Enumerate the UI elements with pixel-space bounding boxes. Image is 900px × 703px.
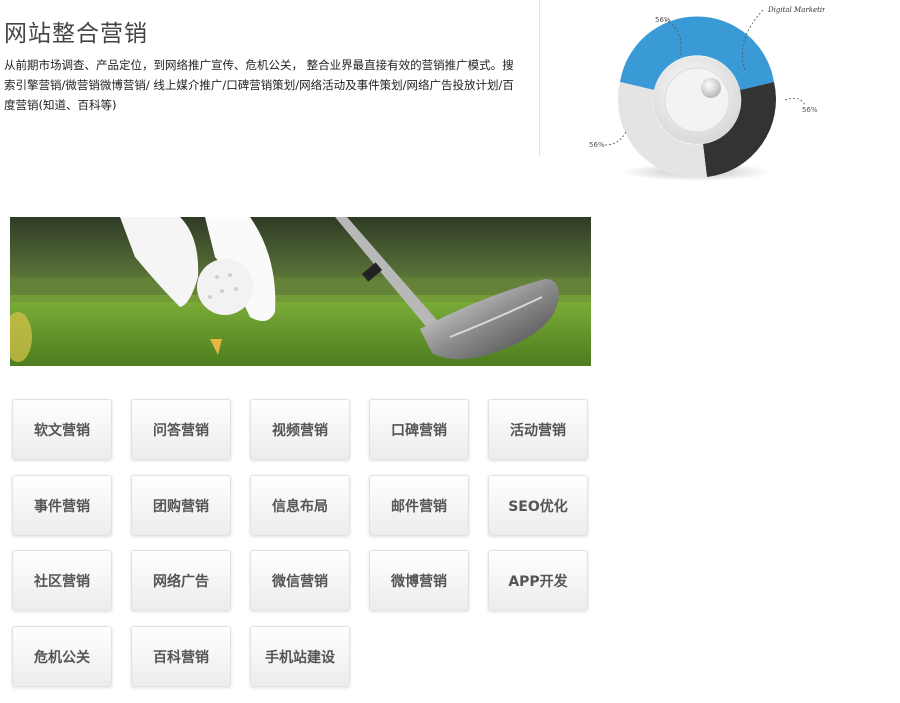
service-button-encyclopedia[interactable]: 百科营销: [131, 626, 231, 687]
service-button-weibo[interactable]: 微博营销: [369, 550, 469, 611]
service-button-video[interactable]: 视频营销: [250, 399, 350, 460]
diagram-label-a: 56%: [655, 16, 671, 24]
service-button-mobile-site[interactable]: 手机站建设: [250, 626, 350, 687]
marketing-donut-diagram: Digital Marketing 56% 56% 56%: [585, 0, 832, 190]
service-button-soft-article[interactable]: 软文营销: [12, 399, 112, 460]
service-button-web-ads[interactable]: 网络广告: [131, 550, 231, 611]
golf-banner-image: [10, 217, 591, 366]
page-title: 网站整合营销: [4, 21, 148, 47]
service-button-email[interactable]: 邮件营销: [369, 475, 469, 536]
diagram-label-top-right: Digital Marketing: [767, 6, 825, 14]
service-button-seo[interactable]: SEO优化: [488, 475, 588, 536]
service-button-qa[interactable]: 问答营销: [131, 399, 231, 460]
service-button-event[interactable]: 事件营销: [12, 475, 112, 536]
service-button-crisis-pr[interactable]: 危机公关: [12, 626, 112, 687]
diagram-label-b: 56%: [802, 106, 818, 114]
diagram-label-c: 56%: [589, 141, 605, 149]
service-button-word-of-mouth[interactable]: 口碑营销: [369, 399, 469, 460]
service-button-activity[interactable]: 活动营销: [488, 399, 588, 460]
service-button-app-dev[interactable]: APP开发: [488, 550, 588, 611]
divider: [539, 0, 540, 155]
service-button-info-layout[interactable]: 信息布局: [250, 475, 350, 536]
service-button-wechat[interactable]: 微信营销: [250, 550, 350, 611]
service-button-group-buy[interactable]: 团购营销: [131, 475, 231, 536]
intro-text: 从前期市场调查、产品定位，到网络推广宣传、危机公关， 整合业界最直接有效的营销推…: [4, 58, 514, 112]
service-button-community[interactable]: 社区营销: [12, 550, 112, 611]
